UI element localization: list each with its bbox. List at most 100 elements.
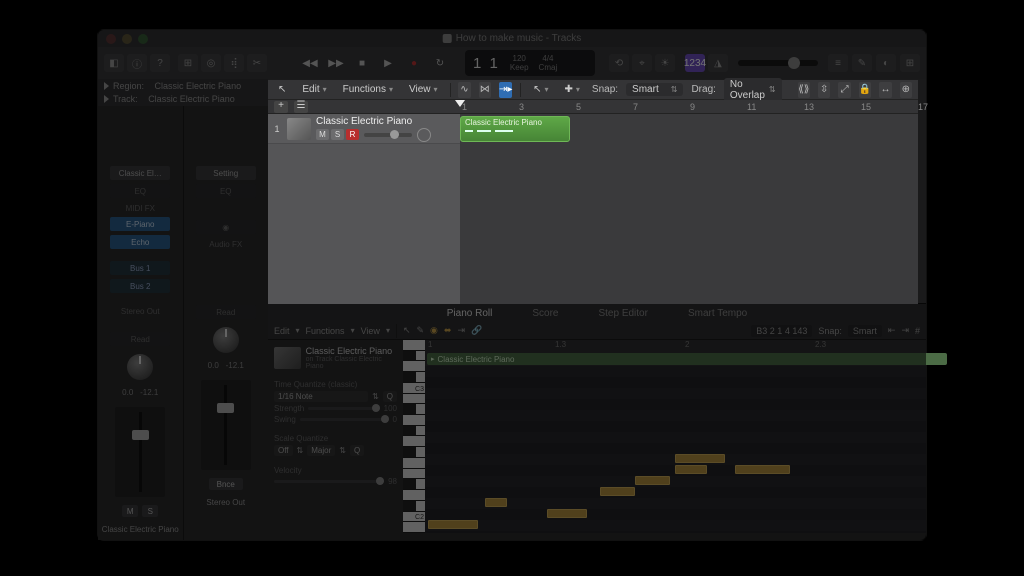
- stepper-icon[interactable]: ⇅: [372, 392, 379, 401]
- setting-slot[interactable]: Classic El…: [110, 166, 170, 180]
- mixer-button[interactable]: ⢾: [224, 54, 244, 72]
- track-list-button[interactable]: ☰: [294, 101, 308, 113]
- view-menu[interactable]: View: [361, 326, 380, 336]
- piano-key[interactable]: [403, 458, 425, 469]
- piano-key[interactable]: [403, 436, 425, 447]
- vzoom-auto-icon[interactable]: ⤢: [838, 82, 850, 98]
- master-volume-slider[interactable]: [738, 60, 818, 66]
- play-button[interactable]: ▶: [379, 55, 397, 71]
- catch-playhead-icon[interactable]: ⇥▸: [499, 82, 512, 98]
- tab-smart-tempo[interactable]: Smart Tempo: [688, 308, 747, 319]
- instrument-icon[interactable]: [287, 118, 311, 140]
- zoom-h2-icon[interactable]: ⇥: [901, 325, 909, 336]
- piano-key[interactable]: [403, 426, 425, 437]
- piano-key[interactable]: [403, 490, 425, 501]
- send-slot-1[interactable]: Bus 1: [110, 261, 170, 275]
- track-pan-knob[interactable]: [417, 128, 431, 142]
- catch-icon[interactable]: ⇥: [457, 325, 465, 336]
- toolbar-button[interactable]: ⊞: [178, 54, 198, 72]
- disclosure-triangle-icon[interactable]: [104, 82, 109, 90]
- waveform-zoom-icon[interactable]: ⟪⟫: [798, 82, 810, 98]
- pan-knob[interactable]: [213, 327, 239, 353]
- view-menu[interactable]: View▾: [405, 83, 442, 96]
- library-button[interactable]: ◧: [104, 54, 124, 72]
- lcd-display[interactable]: 1 1 120Keep 4/4Cmaj: [465, 50, 595, 76]
- tab-piano-roll[interactable]: Piano Roll: [447, 308, 493, 319]
- rewind-button[interactable]: ◀◀: [301, 55, 319, 71]
- track-volume-slider[interactable]: [364, 133, 412, 137]
- quantize-button[interactable]: Q: [383, 391, 397, 402]
- disclosure-triangle-icon[interactable]: [104, 95, 109, 103]
- functions-menu[interactable]: Functions▾: [339, 83, 397, 96]
- snap-select[interactable]: Smart: [848, 325, 882, 337]
- arrange-area[interactable]: Classic Electric Piano: [460, 114, 918, 304]
- pointer-tool-icon[interactable]: ↖: [403, 325, 411, 336]
- volume-fader[interactable]: [201, 380, 251, 470]
- flex-icon[interactable]: ⋈: [479, 82, 491, 98]
- piano-key[interactable]: [403, 404, 425, 415]
- record-button[interactable]: ●: [405, 55, 423, 71]
- swing-slider[interactable]: [300, 418, 389, 421]
- drag-select[interactable]: No Overlap⇅: [724, 78, 782, 102]
- inspector-button[interactable]: ⓘ: [127, 54, 147, 72]
- piano-key[interactable]: [403, 394, 425, 405]
- pan-knob[interactable]: [127, 354, 153, 380]
- compare-button[interactable]: ◉: [196, 220, 256, 234]
- piano-key[interactable]: [403, 522, 425, 533]
- region-header[interactable]: ▸Classic Electric Piano: [427, 353, 947, 365]
- solo-button[interactable]: S: [331, 129, 344, 140]
- brush-tool-icon[interactable]: ◉: [430, 325, 438, 336]
- piano-roll-grid[interactable]: 1 1.3 2 2.3 ▸Classic Electric Piano: [425, 340, 926, 533]
- stop-button[interactable]: ■: [353, 55, 371, 71]
- edit-menu[interactable]: Edit▾: [298, 83, 330, 96]
- notepad-button[interactable]: ✎: [852, 54, 872, 72]
- solo-button[interactable]: S: [142, 505, 158, 517]
- zoom-fit-icon[interactable]: ↔: [879, 82, 891, 98]
- close-icon[interactable]: [106, 34, 116, 44]
- link-icon[interactable]: 🔗: [471, 325, 482, 336]
- instrument-slot[interactable]: E-Piano: [110, 217, 170, 231]
- bar-ruler[interactable]: 1357911131517: [460, 100, 918, 113]
- automation-mode[interactable]: Read: [110, 332, 170, 346]
- piano-key[interactable]: C3: [403, 383, 425, 394]
- piano-roll-ruler[interactable]: 1 1.3 2 2.3: [425, 340, 926, 352]
- automation-icon[interactable]: ∿: [458, 82, 470, 98]
- forward-button[interactable]: ▶▶: [327, 55, 345, 71]
- track-header-row[interactable]: 1 Classic Electric Piano M S R: [268, 114, 460, 144]
- piano-key[interactable]: [403, 469, 425, 480]
- key-signature[interactable]: Cmaj: [539, 63, 558, 72]
- midi-note[interactable]: [675, 465, 707, 474]
- velocity-slider[interactable]: [274, 480, 384, 483]
- editors-button[interactable]: ✂: [247, 54, 267, 72]
- mute-button[interactable]: M: [316, 129, 329, 140]
- playhead-position[interactable]: 1 1: [473, 55, 500, 72]
- piano-key[interactable]: [403, 340, 425, 351]
- snap-select[interactable]: Smart⇅: [626, 83, 683, 96]
- tab-step-editor[interactable]: Step Editor: [598, 308, 647, 319]
- audiofx-slot[interactable]: Echo: [110, 235, 170, 249]
- cmd-click-tool[interactable]: ✚▾: [561, 83, 584, 96]
- piano-key[interactable]: [403, 415, 425, 426]
- browser-button[interactable]: ⊞: [900, 54, 920, 72]
- midi-note[interactable]: [600, 487, 635, 496]
- midi-note[interactable]: [485, 498, 507, 507]
- piano-key[interactable]: [403, 351, 425, 362]
- track-name[interactable]: Classic Electric Piano: [316, 116, 456, 127]
- list-editors-button[interactable]: ≡: [828, 54, 848, 72]
- piano-key[interactable]: [403, 479, 425, 490]
- setting-slot[interactable]: Setting: [196, 166, 256, 180]
- zoom-icon[interactable]: [138, 34, 148, 44]
- loops-button[interactable]: ◐: [876, 54, 896, 72]
- scale-root-select[interactable]: Off: [274, 445, 293, 456]
- piano-key[interactable]: [403, 501, 425, 512]
- add-track-button[interactable]: +: [274, 101, 288, 113]
- quick-help-button[interactable]: ?: [150, 54, 170, 72]
- replace-button[interactable]: ⟲: [609, 54, 629, 72]
- smart-controls-button[interactable]: ◎: [201, 54, 221, 72]
- minimize-icon[interactable]: [122, 34, 132, 44]
- back-arrow-icon[interactable]: ↖: [274, 83, 290, 96]
- time-signature[interactable]: 4/4: [542, 54, 553, 63]
- grid-toggle-icon[interactable]: #: [915, 326, 920, 336]
- bounce-button[interactable]: Bnce: [209, 478, 243, 490]
- count-in-button[interactable]: 1234: [685, 54, 705, 72]
